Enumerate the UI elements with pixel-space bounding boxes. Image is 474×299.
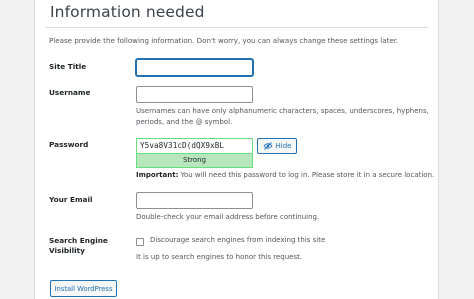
username-label: Username (49, 88, 91, 97)
site-title-label: Site Title (49, 62, 87, 71)
important-prefix: Important: (136, 171, 179, 179)
email-help: Double-check your email address before c… (136, 213, 320, 221)
important-text: You will need this password to log in. P… (180, 171, 435, 179)
hide-password-button[interactable]: Hide (257, 138, 297, 154)
page-title: Information needed (50, 3, 205, 21)
discourage-search-label[interactable]: Discourage search engines from indexing … (150, 236, 325, 244)
divider (45, 27, 428, 28)
username-input[interactable] (136, 86, 253, 103)
password-label: Password (49, 140, 89, 149)
email-label: Your Email (49, 195, 93, 204)
search-visibility-help: It is up to search engines to honor this… (136, 253, 303, 261)
install-wordpress-button[interactable]: Install WordPress (50, 280, 117, 297)
password-important-note: Important: You will need this password t… (136, 171, 434, 179)
site-title-input[interactable] (136, 59, 253, 76)
setup-form-card: Information needed Please provide the fo… (34, 0, 439, 299)
username-help-line2: periods, and the @ symbol. (136, 118, 233, 126)
intro-text: Please provide the following information… (49, 36, 399, 45)
email-input[interactable] (136, 192, 253, 209)
eye-slash-icon (262, 142, 273, 150)
password-value[interactable]: Y5va8V31cD(dQX9xBL (140, 141, 224, 150)
password-strength-meter: Strong (137, 153, 252, 167)
search-visibility-label-line1: Search Engine (49, 236, 108, 245)
password-field[interactable]: Y5va8V31cD(dQX9xBL Strong (136, 138, 253, 168)
search-visibility-label-line2: Visibility (49, 246, 85, 255)
hide-button-label: Hide (275, 142, 292, 150)
username-help-line1: Usernames can have only alphanumeric cha… (136, 107, 429, 115)
discourage-search-checkbox[interactable] (136, 238, 144, 246)
